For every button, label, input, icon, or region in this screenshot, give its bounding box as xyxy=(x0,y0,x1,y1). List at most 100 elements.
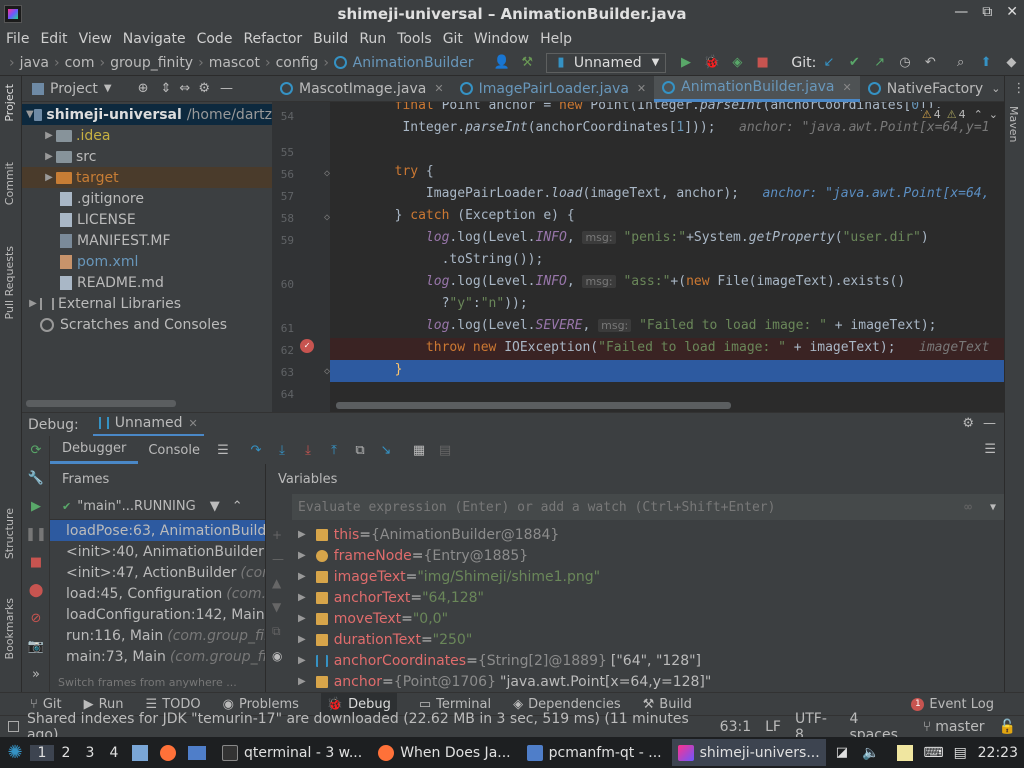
frame-row[interactable]: <init>:47, ActionBuilder(com. xyxy=(50,562,265,583)
workspace-3[interactable]: 3 xyxy=(78,745,102,761)
tool-problems[interactable]: ◉ Problems xyxy=(223,697,299,712)
view-breakpoints-icon[interactable]: ⬤ xyxy=(22,576,50,604)
clipboard-icon[interactable] xyxy=(897,744,914,761)
expand-right-icon[interactable]: ▶ xyxy=(298,550,306,561)
breakpoint-icon[interactable]: ✓ xyxy=(300,339,314,353)
debug-session-tab[interactable]: Unnamed ✕ xyxy=(92,413,204,437)
jetbrains-logo-icon[interactable]: ◆ xyxy=(1004,55,1019,71)
variable-row[interactable]: ▶ imageText = "img/Shimeji/shime1.png" xyxy=(266,566,1004,587)
history-icon[interactable]: ◷ xyxy=(897,55,912,71)
tool-todo[interactable]: ☰ TODO xyxy=(146,697,201,712)
tree-item-idea[interactable]: ▶ .idea xyxy=(22,125,272,146)
task-firefox[interactable]: When Does Ja... xyxy=(372,739,516,766)
fold-icon[interactable]: ◇ xyxy=(324,366,330,377)
frame-row[interactable]: main:73, Main (com.group_fin xyxy=(50,646,265,667)
thread-selector[interactable]: ✔ "main"...RUNNING ▼ ⌃ xyxy=(50,494,265,520)
menu-tools[interactable]: Tools xyxy=(397,31,432,47)
filter-icon[interactable]: ▼ xyxy=(210,499,220,514)
breadcrumb-group-finity[interactable]: group_finity xyxy=(110,55,193,71)
breadcrumb-mascot[interactable]: mascot xyxy=(209,55,260,71)
step-into-icon[interactable]: ⤓ xyxy=(274,442,290,458)
frame-row[interactable]: load:45, Configuration(com.gr xyxy=(50,583,265,604)
tree-item-manifest[interactable]: MANIFEST.MF xyxy=(22,230,272,251)
breadcrumb-java[interactable]: java xyxy=(20,55,49,71)
run-to-cursor-icon[interactable]: ↘ xyxy=(378,442,394,458)
run-config-selector[interactable]: ▮ Unnamed ▼ xyxy=(545,52,667,73)
add-watch-icon[interactable]: + xyxy=(272,528,284,542)
workspace-4[interactable]: 4 xyxy=(102,745,126,761)
rollback-icon[interactable]: ↶ xyxy=(923,55,938,71)
gear-icon[interactable]: ⚙ xyxy=(198,81,210,96)
evaluate-expression-input[interactable]: Evaluate expression (Enter) or add a wat… xyxy=(292,494,1004,520)
menu-icon[interactable]: ☰ xyxy=(215,442,231,458)
fold-icon[interactable]: ◇ xyxy=(324,212,330,223)
stop-icon[interactable]: ■ xyxy=(22,548,50,576)
mute-breakpoints-icon[interactable]: ⊘ xyxy=(22,604,50,632)
close-icon[interactable]: ✕ xyxy=(434,82,443,95)
chevron-up-icon[interactable]: ⌃ xyxy=(232,499,243,514)
evaluate-icon[interactable]: ▦ xyxy=(411,442,427,458)
variable-row[interactable]: ▶ anchorCoordinates = {String[2]@1889} ["6… xyxy=(266,650,1004,671)
horizontal-scrollbar[interactable] xyxy=(26,400,176,407)
user-icon[interactable]: 👤 xyxy=(493,55,509,71)
resume-icon[interactable]: ▶ xyxy=(22,492,50,520)
eye-icon[interactable]: ◉ xyxy=(272,649,284,663)
tab-nativefactory[interactable]: NativeFactory xyxy=(860,76,991,102)
git-commit-icon[interactable]: ✔ xyxy=(847,55,862,71)
layout-icon[interactable]: ☰ xyxy=(984,442,996,457)
variable-row[interactable]: ▶ this = {AnimationBuilder@1884} xyxy=(266,524,1004,545)
stop-icon[interactable]: ■ xyxy=(755,55,770,71)
stripe-commit[interactable]: Commit xyxy=(3,162,16,205)
collapse-all-icon[interactable]: ⇔ xyxy=(179,81,190,96)
tree-item-src[interactable]: ▶ src xyxy=(22,146,272,167)
tree-item-scratches[interactable]: Scratches and Consoles xyxy=(22,314,272,335)
chevron-down-icon[interactable]: ⌄ xyxy=(989,108,998,121)
clock[interactable]: 22:23 xyxy=(978,745,1018,761)
variable-row[interactable]: ▶ anchorText = "64,128" xyxy=(266,587,1004,608)
git-push-icon[interactable]: ↗ xyxy=(872,55,887,71)
variable-row[interactable]: ▶ anchor = {Point@1706} "java.awt.Point[x=… xyxy=(266,671,1004,692)
menu-help[interactable]: Help xyxy=(540,31,572,47)
collapse-icon[interactable]: ⇕ xyxy=(161,81,172,96)
stripe-bookmarks[interactable]: Bookmarks xyxy=(3,598,16,659)
expand-right-icon[interactable]: ▶ xyxy=(298,613,306,624)
breadcrumb-com[interactable]: com xyxy=(65,55,95,71)
frame-row[interactable]: loadPose:63, AnimationBuilder xyxy=(50,520,265,541)
breadcrumb-animationbuilder[interactable]: AnimationBuilder xyxy=(353,55,474,71)
menu-build[interactable]: Build xyxy=(313,31,348,47)
debug-icon[interactable]: 🐞 xyxy=(704,55,720,71)
move-down-icon[interactable]: ▼ xyxy=(272,600,284,614)
remove-watch-icon[interactable]: — xyxy=(272,552,284,566)
duplicate-icon[interactable]: ⧉ xyxy=(272,624,284,639)
stripe-structure[interactable]: Structure xyxy=(3,508,16,559)
volume-icon[interactable]: 🔈 xyxy=(862,745,879,761)
frame-row[interactable]: loadConfiguration:142, Main(c xyxy=(50,604,265,625)
stripe-project[interactable]: Project xyxy=(3,84,16,122)
gear-icon[interactable]: ⚙ xyxy=(962,416,974,431)
hammer-icon[interactable]: ⚒ xyxy=(520,55,535,71)
caret-position[interactable]: 63:1 xyxy=(720,719,751,735)
expand-right-icon[interactable]: ▶ xyxy=(298,655,306,666)
tab-animationbuilder[interactable]: AnimationBuilder.java ✕ xyxy=(654,75,860,102)
git-branch[interactable]: master xyxy=(935,719,984,735)
menu-file[interactable]: File xyxy=(6,31,29,47)
expand-right-icon[interactable]: ▶ xyxy=(298,592,306,603)
maximize-icon[interactable]: ⧉ xyxy=(982,4,992,20)
inspection-widget[interactable]: ⚠ 4 ⚠ 4 ⌃ ⌄ xyxy=(921,108,998,121)
tool-dependencies[interactable]: ◈ Dependencies xyxy=(513,697,621,712)
tree-item-target[interactable]: ▶ target xyxy=(22,167,272,188)
lock-icon[interactable]: 🔓 xyxy=(999,719,1016,735)
tree-item-license[interactable]: LICENSE xyxy=(22,209,272,230)
tool-run[interactable]: ▶ Run xyxy=(84,697,124,712)
start-menu-icon[interactable]: ✺ xyxy=(0,742,30,763)
more-icon[interactable]: » xyxy=(22,660,50,688)
tree-item-gitignore[interactable]: .gitignore xyxy=(22,188,272,209)
close-icon[interactable]: ✕ xyxy=(188,417,197,430)
rerun-icon[interactable]: ⟳ xyxy=(22,436,50,464)
stripe-pull-requests[interactable]: Pull Requests xyxy=(3,246,16,319)
menu-run[interactable]: Run xyxy=(359,31,386,47)
force-step-into-icon[interactable]: ⤓ xyxy=(300,442,316,458)
task-pcmanfm[interactable]: pcmanfm-qt - ... xyxy=(521,739,668,766)
frame-row[interactable]: run:116, Main(com.group_finit xyxy=(50,625,265,646)
tool-git[interactable]: ⑂ Git xyxy=(30,697,62,712)
